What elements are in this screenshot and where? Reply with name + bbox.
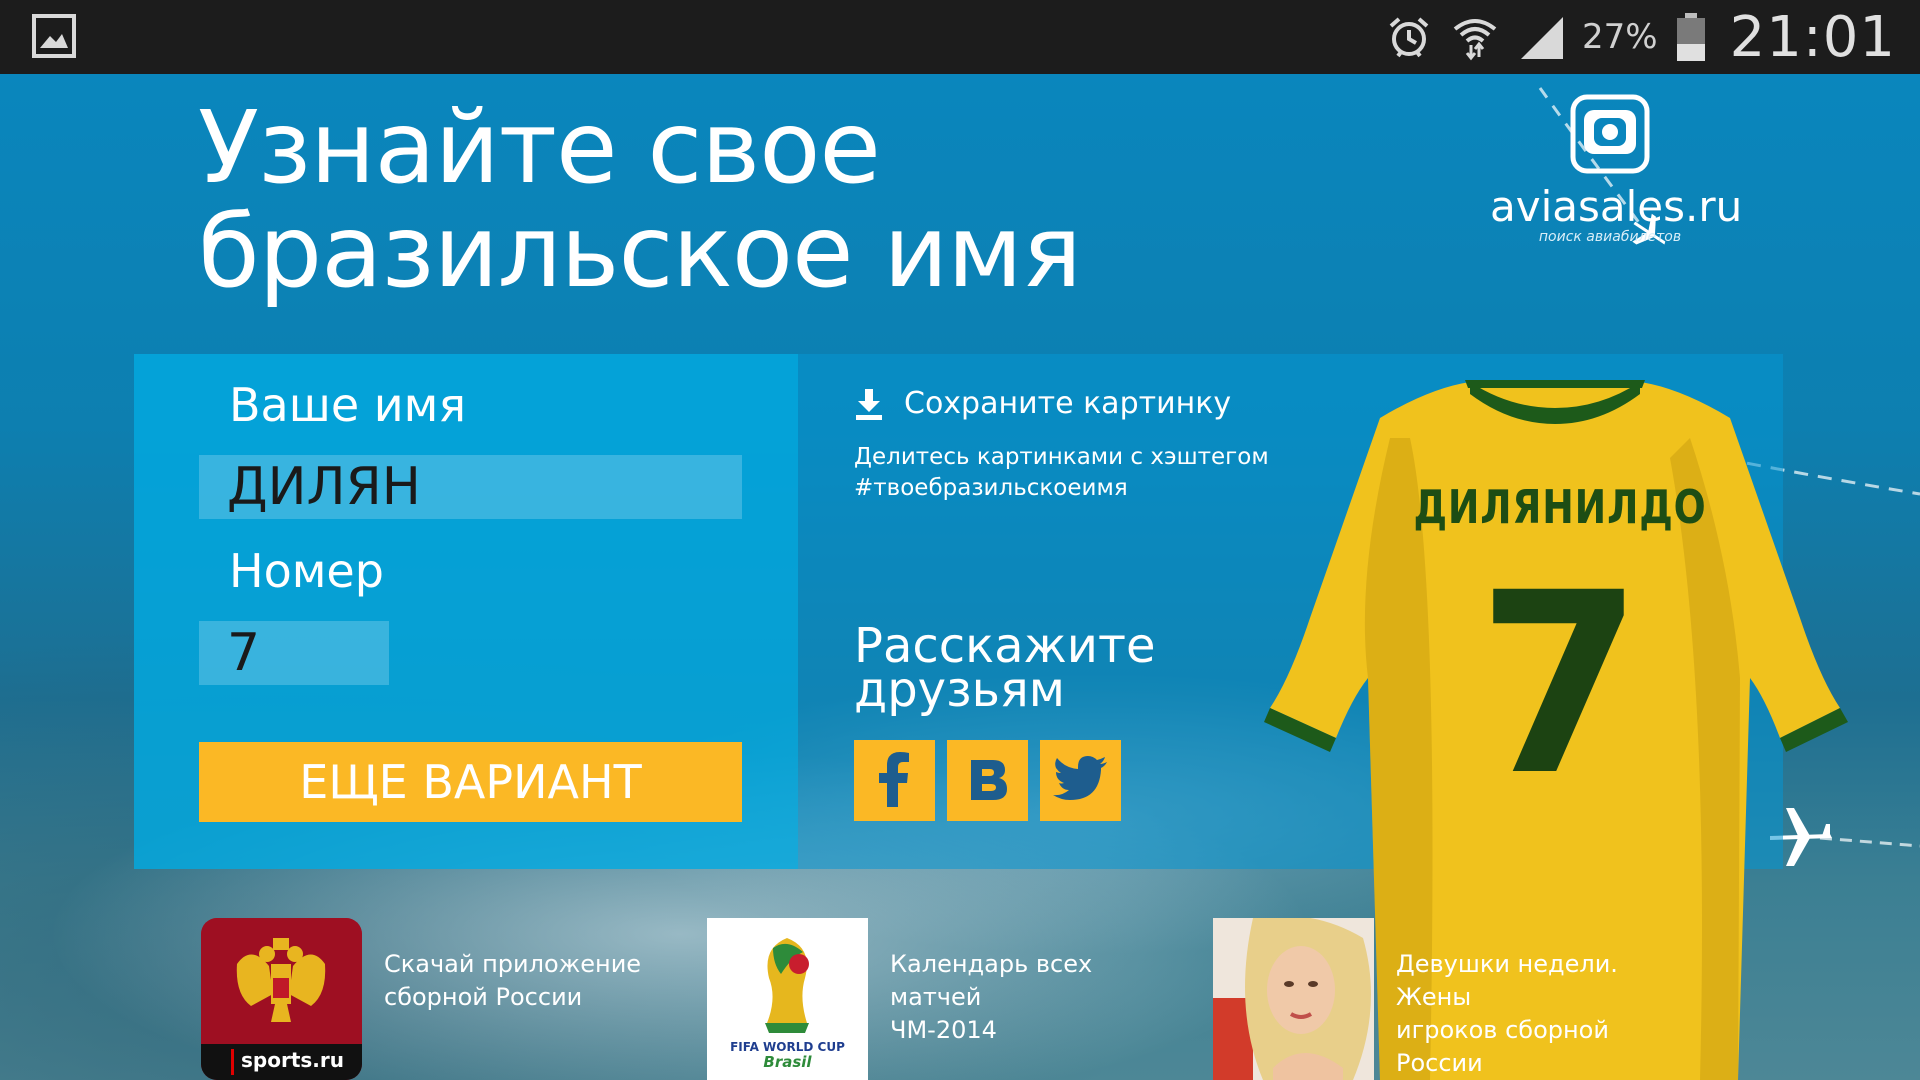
- title-line-1: Узнайте свое: [198, 89, 881, 206]
- promo-line: игроков сборной России: [1396, 1016, 1609, 1077]
- twitter-share-button[interactable]: [1040, 740, 1121, 821]
- sports-app-thumbnail: sports.ru: [201, 918, 362, 1080]
- logo-name: aviasales.ru: [1490, 182, 1743, 231]
- promo-card-girls-of-week[interactable]: Девушки недели. Жены игроков сборной Рос…: [1213, 918, 1696, 1080]
- promo-text-sports-app: Скачай приложение сборной России: [384, 948, 684, 1080]
- promo-line: сборной России: [384, 983, 583, 1011]
- aviasales-logo-icon: [1570, 94, 1650, 174]
- name-input[interactable]: [199, 455, 742, 519]
- more-variant-button[interactable]: ЕЩЕ ВАРИАНТ: [199, 742, 742, 822]
- promo-line: ЧМ-2014: [890, 1016, 997, 1044]
- aviasales-logo[interactable]: aviasales.ru поиск авиабилетов: [1490, 94, 1743, 264]
- promo-text-girls-of-week: Девушки недели. Жены игроков сборной Рос…: [1396, 948, 1696, 1080]
- wifi-icon: [1450, 12, 1500, 62]
- page-title: Узнайте свое бразильское имя: [198, 96, 1198, 304]
- jersey-number: 7: [1477, 539, 1643, 830]
- facebook-icon: [870, 749, 920, 813]
- promo-card-match-calendar[interactable]: FIFA WORLD CUP Brasil Календарь всех мат…: [707, 918, 1190, 1080]
- title-line-2: бразильское имя: [198, 193, 1082, 310]
- hashtag: #твоебразильскоеимя: [854, 475, 1128, 501]
- promo-text-match-calendar: Календарь всех матчей ЧМ-2014: [890, 948, 1190, 1080]
- tell-friends-heading: Расскажите друзьям: [854, 622, 1155, 718]
- sports-app-thumb-caption: sports.ru: [241, 1048, 344, 1072]
- world-cup-thumb-caption: FIFA WORLD CUP Brasil: [707, 1040, 868, 1070]
- gallery-icon[interactable]: [32, 14, 76, 58]
- save-image-link[interactable]: Сохраните картинку: [854, 386, 1231, 421]
- world-cup-caption-line-2: Brasil: [763, 1053, 812, 1071]
- facebook-share-button[interactable]: [854, 740, 935, 821]
- promo-line: Девушки недели. Жены: [1396, 950, 1618, 1011]
- battery-percent: 27%: [1582, 17, 1658, 57]
- promo-card-sports-app[interactable]: sports.ru Скачай приложение сборной Росс…: [201, 918, 684, 1080]
- hashtag-note: Делитесь картинками с хэштегом #твоебраз…: [854, 442, 1269, 504]
- signal-icon: [1516, 12, 1566, 62]
- hashtag-note-line-1: Делитесь картинками с хэштегом: [854, 444, 1269, 470]
- clock: 21:01: [1729, 4, 1896, 70]
- twitter-icon: [1052, 755, 1109, 806]
- vk-icon: [963, 754, 1013, 808]
- name-label: Ваше имя: [229, 378, 467, 432]
- vk-share-button[interactable]: [947, 740, 1028, 821]
- alarm-icon: [1384, 12, 1434, 62]
- jersey-name: ДИЛЯНИЛДО: [1413, 480, 1707, 534]
- save-image-label: Сохраните картинку: [904, 386, 1232, 421]
- status-bar: 27% 21:01: [0, 0, 1920, 74]
- promo-line: Календарь всех матчей: [890, 950, 1093, 1011]
- number-input[interactable]: [199, 621, 389, 685]
- battery-icon: [1674, 12, 1708, 62]
- status-icons: 27% 21:01: [1384, 0, 1896, 74]
- girls-of-week-thumbnail: [1213, 918, 1374, 1080]
- download-icon: [854, 387, 884, 421]
- promo-line: Скачай приложение: [384, 950, 642, 978]
- tell-friends-line-2: друзьям: [854, 662, 1065, 718]
- number-label: Номер: [229, 544, 384, 598]
- logo-subtitle: поиск авиабилетов: [1538, 229, 1682, 245]
- world-cup-thumbnail: FIFA WORLD CUP Brasil: [707, 918, 868, 1080]
